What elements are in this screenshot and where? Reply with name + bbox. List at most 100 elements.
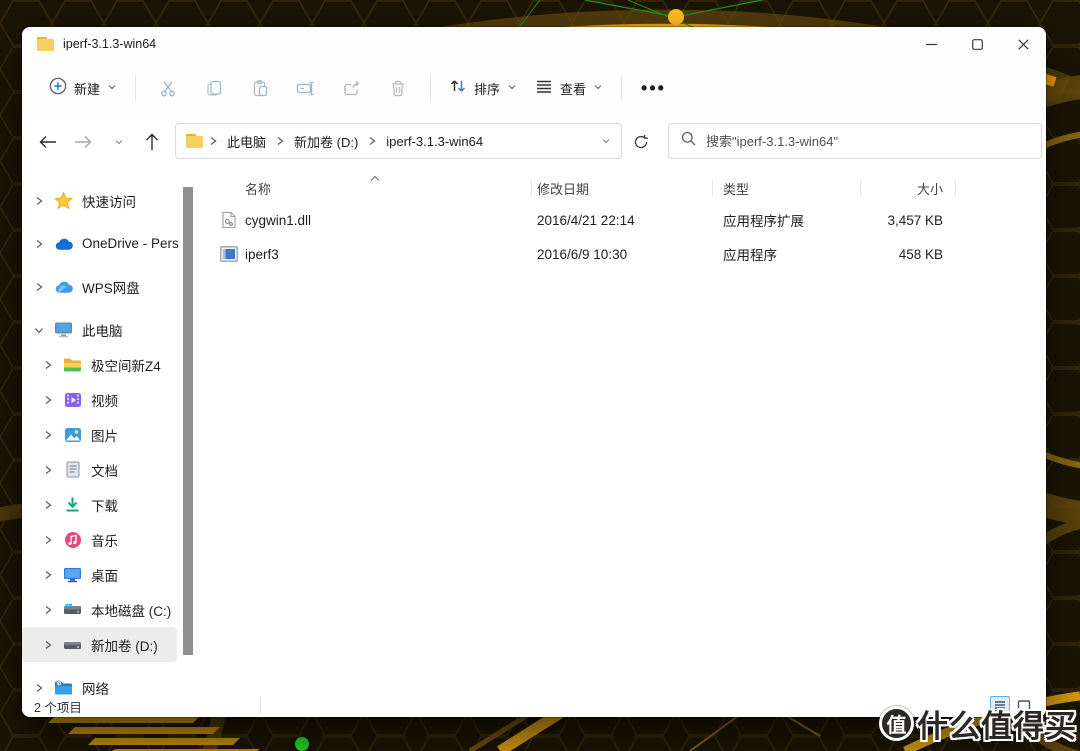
sidebar-item-pictures[interactable]: 图片	[22, 417, 177, 452]
column-separator[interactable]	[712, 179, 713, 197]
search-box[interactable]	[668, 123, 1042, 159]
column-separator[interactable]	[955, 179, 956, 197]
chevron-right-icon[interactable]	[41, 534, 55, 546]
chevron-right-icon[interactable]	[32, 281, 46, 293]
forward-button[interactable]	[72, 131, 94, 153]
column-separator[interactable]	[531, 179, 532, 197]
maximize-button[interactable]	[954, 27, 1000, 61]
view-lines-icon	[535, 77, 553, 100]
copy-button[interactable]	[195, 71, 233, 105]
app-file-icon	[220, 245, 238, 263]
sidebar-item-desktop[interactable]: 桌面	[22, 557, 177, 592]
scrollbar-thumb[interactable]	[183, 187, 193, 655]
file-type-cell: 应用程序	[723, 248, 777, 263]
sidebar-item-label: 图片	[91, 428, 118, 444]
title-bar[interactable]: iperf-3.1.3-win64	[22, 27, 1046, 61]
chevron-right-icon[interactable]	[32, 238, 46, 250]
file-modified-cell: 2016/6/9 10:30	[537, 246, 628, 262]
sort-ascending-caret-icon	[370, 169, 380, 187]
command-bar: 新建 排序 查看 •••	[22, 61, 1046, 115]
rename-button[interactable]	[287, 71, 325, 105]
sidebar-item-label: OneDrive - Pers	[82, 236, 179, 251]
new-button-label: 新建	[74, 81, 101, 97]
sidebar-item-quick-access[interactable]: 快速访问	[22, 183, 177, 218]
back-button[interactable]	[37, 131, 59, 153]
sidebar-item-downloads[interactable]: 下载	[22, 487, 177, 522]
sidebar-item-label: 文档	[91, 463, 118, 479]
address-dropdown-chevron[interactable]	[601, 136, 611, 146]
file-list-pane[interactable]: 名称 修改日期 类型 大小 cygwin1.dll 2016/4/21 22:14 应用程…	[198, 167, 1046, 695]
chevron-right-icon[interactable]	[41, 429, 55, 441]
breadcrumb-this-pc[interactable]: 此电脑	[223, 129, 270, 154]
new-button[interactable]: 新建	[40, 70, 126, 107]
toolbar-divider	[621, 75, 623, 101]
folder-icon	[37, 37, 54, 51]
refresh-button[interactable]	[629, 130, 653, 154]
chevron-right-icon[interactable]	[32, 195, 46, 207]
dll-file-icon	[220, 211, 238, 229]
toolbar-divider	[430, 75, 432, 101]
chevron-right-icon[interactable]	[41, 394, 55, 406]
sidebar-item-this-pc[interactable]: 此电脑	[22, 312, 177, 347]
chevron-right-icon[interactable]	[41, 464, 55, 476]
search-input[interactable]	[706, 133, 1029, 149]
sidebar-item-label: 新加卷 (D:)	[91, 638, 158, 654]
column-header-row: 名称 修改日期 类型 大小	[198, 173, 1046, 203]
minimize-button[interactable]	[908, 27, 954, 61]
watermark-text: 什么值得买	[917, 709, 1077, 744]
sidebar-item-onedrive[interactable]: OneDrive - Pers	[22, 226, 179, 261]
explorer-window: iperf-3.1.3-win64 新建 排序 查看 ••• 此电脑 新加卷 (…	[22, 27, 1046, 717]
sidebar-item-disk-c[interactable]: 本地磁盘 (C:)	[22, 592, 177, 627]
circle-plus-icon	[49, 77, 67, 100]
column-separator[interactable]	[860, 179, 861, 197]
file-name-cell[interactable]: iperf3	[220, 237, 529, 271]
close-button[interactable]	[1000, 27, 1046, 61]
file-name-cell[interactable]: cygwin1.dll	[222, 203, 529, 237]
sidebar-item-zspace-z4[interactable]: 极空间新Z4	[22, 347, 177, 382]
paste-button[interactable]	[241, 71, 279, 105]
sidebar-item-disk-d[interactable]: 新加卷 (D:)	[22, 627, 177, 662]
chevron-right-icon[interactable]	[41, 499, 55, 511]
column-header-size[interactable]: 大小	[860, 173, 955, 203]
column-header-type[interactable]: 类型	[712, 173, 856, 203]
chevron-right-icon[interactable]	[41, 359, 55, 371]
file-name-label: cygwin1.dll	[245, 212, 312, 228]
address-bar[interactable]: 此电脑 新加卷 (D:) iperf-3.1.3-win64	[175, 123, 622, 159]
chevron-right-icon[interactable]	[41, 639, 55, 651]
navigation-bar: 此电脑 新加卷 (D:) iperf-3.1.3-win64	[22, 115, 1046, 167]
sidebar-item-label: 快速访问	[82, 194, 136, 210]
videos-icon	[63, 390, 82, 409]
sidebar-item-label: 网络	[82, 681, 109, 696]
cut-button[interactable]	[149, 71, 187, 105]
search-icon	[681, 131, 696, 151]
chevron-right-icon[interactable]	[41, 604, 55, 616]
file-row[interactable]: iperf3 2016/6/9 10:30 应用程序 458 KB	[198, 237, 1046, 271]
sidebar-item-videos[interactable]: 视频	[22, 382, 177, 417]
delete-button[interactable]	[379, 71, 417, 105]
chevron-right-icon[interactable]	[32, 682, 46, 694]
recent-locations-chevron[interactable]	[108, 131, 130, 153]
sort-button-label: 排序	[474, 81, 501, 97]
chevron-down-icon[interactable]	[32, 324, 46, 336]
breadcrumb-volume-d[interactable]: 新加卷 (D:)	[290, 129, 362, 154]
chevron-right-icon[interactable]	[41, 569, 55, 581]
share-button[interactable]	[333, 71, 371, 105]
breadcrumb-separator-icon	[366, 135, 378, 147]
sidebar-item-network[interactable]: 网络	[22, 670, 177, 695]
file-row[interactable]: cygwin1.dll 2016/4/21 22:14 应用程序扩展 3,457 KB	[198, 203, 1046, 237]
sidebar-item-label: 桌面	[91, 568, 118, 584]
sidebar-item-documents[interactable]: 文档	[22, 452, 177, 487]
sidebar-item-wps-drive[interactable]: WPS网盘	[22, 269, 177, 304]
sort-button[interactable]: 排序	[440, 70, 526, 107]
sidebar-scrollbar[interactable]	[183, 185, 194, 689]
folder-icon	[186, 134, 203, 148]
more-options-button[interactable]: •••	[631, 79, 676, 97]
up-button[interactable]	[141, 131, 163, 153]
breadcrumb-separator-icon	[274, 135, 286, 147]
documents-icon	[63, 460, 82, 479]
column-header-modified[interactable]: 修改日期	[531, 173, 707, 203]
breadcrumb-iperf-folder[interactable]: iperf-3.1.3-win64	[382, 131, 487, 152]
smzdm-logo-icon: 值	[879, 706, 914, 741]
sidebar-item-music[interactable]: 音乐	[22, 522, 177, 557]
view-button[interactable]: 查看	[526, 70, 612, 107]
